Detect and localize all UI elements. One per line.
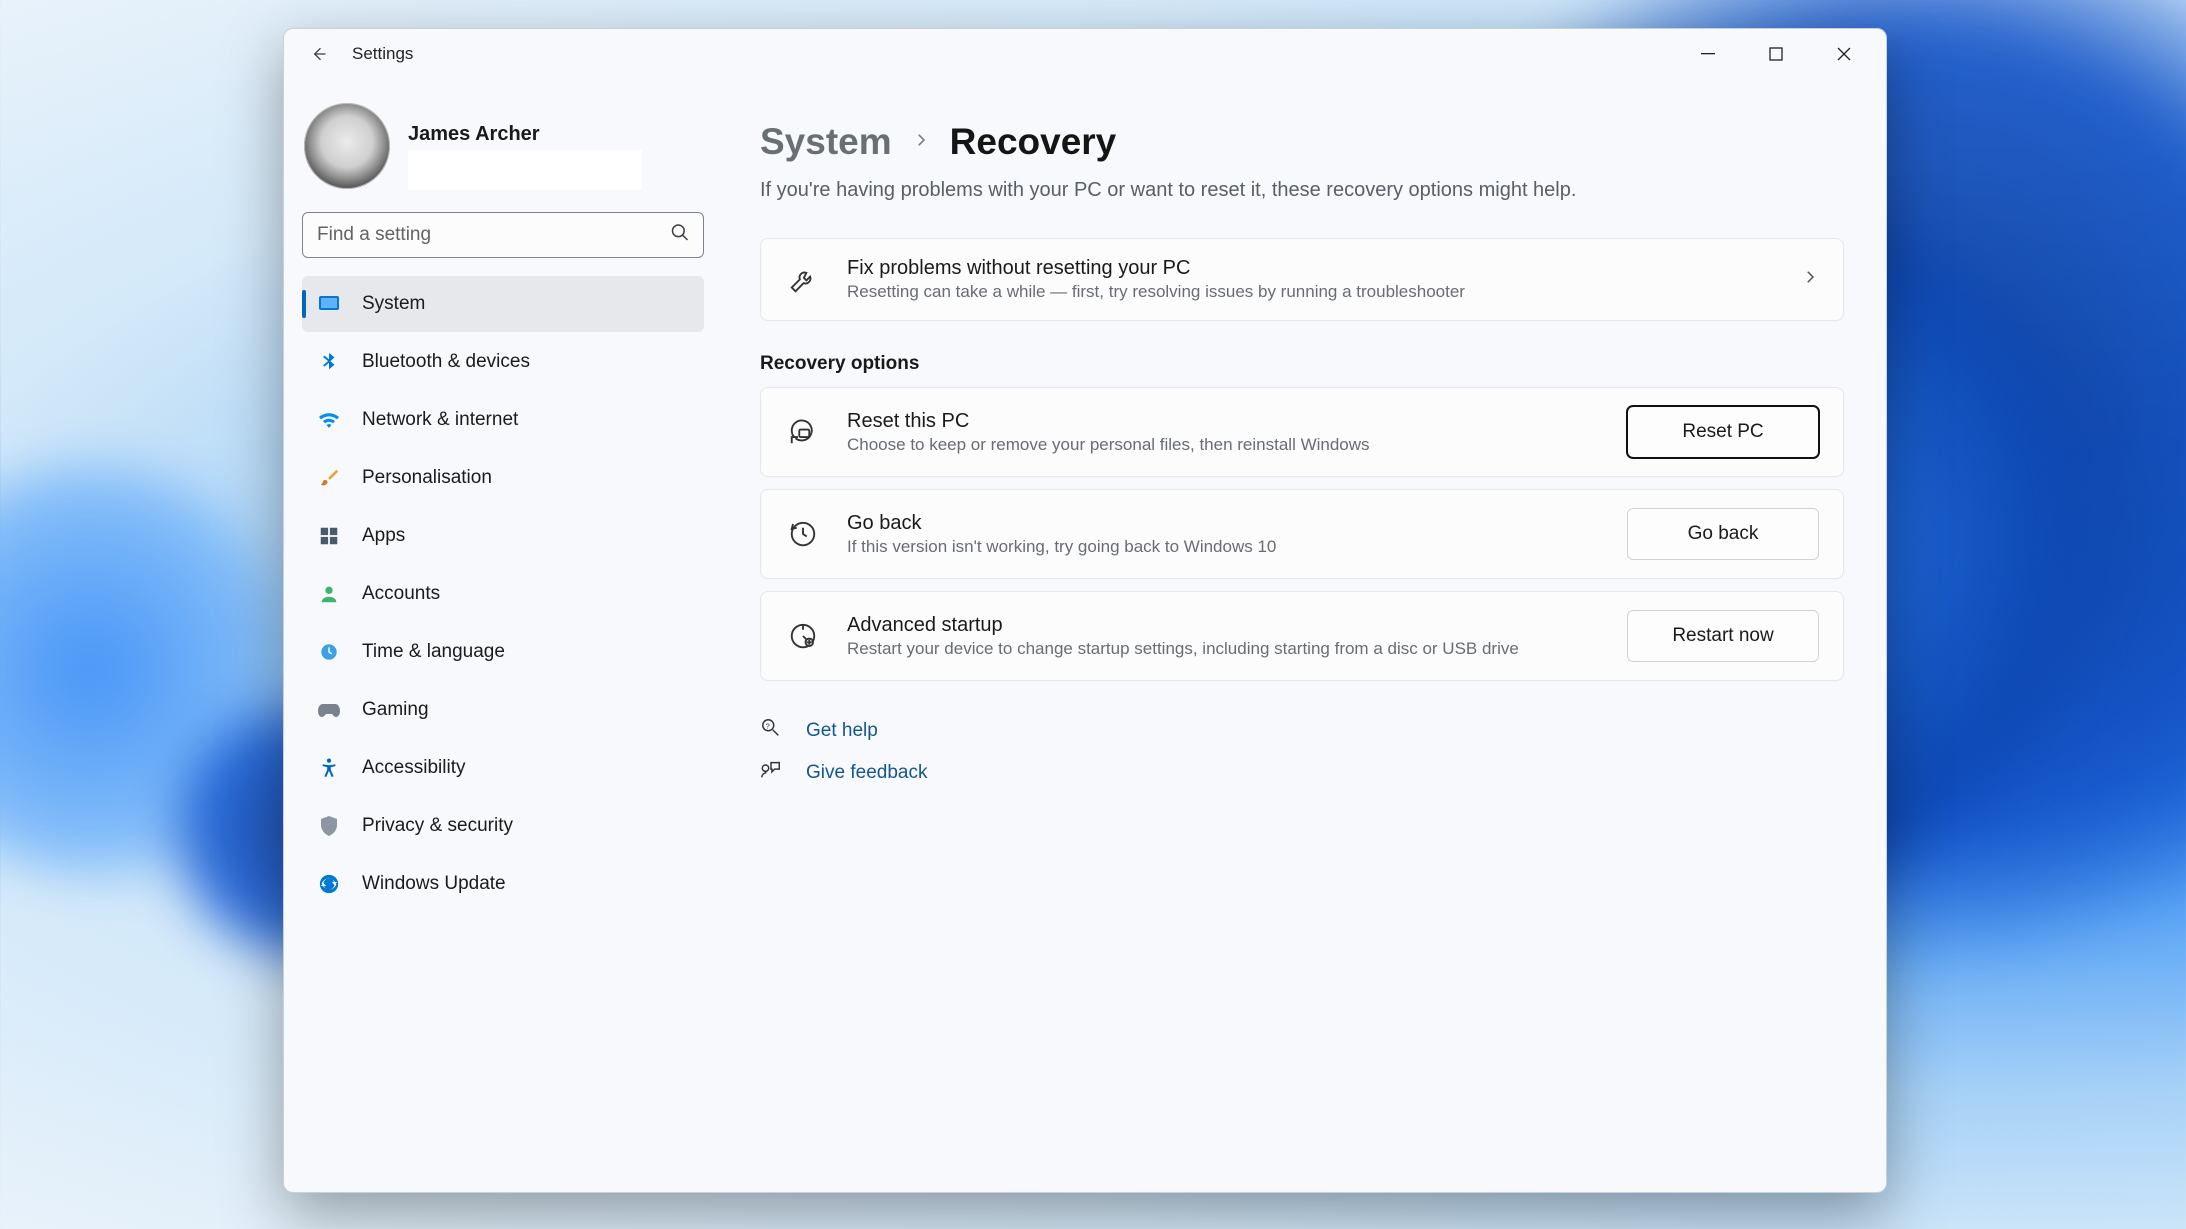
advanced-icon (785, 621, 821, 651)
brush-icon (316, 465, 342, 491)
option-title: Reset this PC (847, 410, 1601, 433)
breadcrumb-parent[interactable]: System (760, 121, 892, 163)
profile-block[interactable]: James Archer (302, 99, 704, 212)
option-reset: Reset this PCChoose to keep or remove yo… (760, 387, 1844, 477)
search-icon (670, 223, 690, 248)
search-input[interactable] (302, 212, 704, 258)
sidebar-item-system[interactable]: System (302, 276, 704, 332)
settings-window: Settings James Archer (283, 28, 1887, 1193)
chevron-right-icon (912, 131, 930, 154)
nav: System Bluetooth & devices Network & inter… (302, 276, 704, 912)
recovery-options: Reset this PCChoose to keep or remove yo… (760, 387, 1844, 681)
content: System Recovery If you're having problem… (714, 79, 1886, 1192)
user-email-redacted (408, 150, 642, 190)
sidebar-item-label: Network & internet (362, 409, 518, 431)
maximize-button[interactable] (1742, 29, 1810, 79)
sidebar-item-label: Apps (362, 525, 405, 547)
goback-button[interactable]: Go back (1627, 508, 1819, 560)
wifi-icon (316, 407, 342, 433)
sidebar-item-network-internet[interactable]: Network & internet (302, 392, 704, 448)
privacy-icon (316, 813, 342, 839)
sidebar-item-gaming[interactable]: Gaming (302, 682, 704, 738)
sidebar: James Archer System Bluetooth & devices Ne… (284, 79, 714, 1192)
sidebar-item-label: Accounts (362, 583, 440, 605)
sidebar-item-accessibility[interactable]: Accessibility (302, 740, 704, 796)
page-subtitle: If you're having problems with your PC o… (760, 179, 1844, 202)
feedback-icon (760, 759, 782, 787)
user-name: James Archer (408, 103, 642, 146)
close-button[interactable] (1810, 29, 1878, 79)
sidebar-item-label: Privacy & security (362, 815, 513, 837)
option-title: Advanced startup (847, 614, 1601, 637)
breadcrumb: System Recovery (760, 121, 1844, 163)
sidebar-item-label: Time & language (362, 641, 505, 663)
troubleshoot-title: Fix problems without resetting your PC (847, 257, 1775, 280)
update-icon (316, 871, 342, 897)
wrench-icon (785, 265, 821, 295)
option-advanced: Advanced startupRestart your device to c… (760, 591, 1844, 681)
troubleshoot-card[interactable]: Fix problems without resetting your PC R… (760, 238, 1844, 321)
section-label: Recovery options (760, 353, 1844, 375)
sidebar-item-time-language[interactable]: Time & language (302, 624, 704, 680)
minimize-icon (1701, 47, 1715, 61)
option-desc: If this version isn't working, try going… (847, 537, 1601, 557)
help-links: ? Get help Give feedback (760, 717, 1844, 787)
window-controls (1674, 29, 1878, 79)
titlebar: Settings (284, 29, 1886, 79)
sidebar-item-apps[interactable]: Apps (302, 508, 704, 564)
account-icon (316, 581, 342, 607)
search-wrap (302, 212, 704, 258)
time-icon (316, 639, 342, 665)
sidebar-item-bluetooth-devices[interactable]: Bluetooth & devices (302, 334, 704, 390)
back-button[interactable] (302, 38, 334, 70)
troubleshoot-desc: Resetting can take a while — first, try … (847, 282, 1775, 302)
apps-icon (316, 523, 342, 549)
close-icon (1837, 47, 1851, 61)
sidebar-item-privacy-security[interactable]: Privacy & security (302, 798, 704, 854)
maximize-icon (1769, 47, 1783, 61)
give-feedback-link[interactable]: Give feedback (806, 762, 927, 784)
advanced-button[interactable]: Restart now (1627, 610, 1819, 662)
sidebar-item-label: Personalisation (362, 467, 492, 489)
sidebar-item-label: Bluetooth & devices (362, 351, 530, 373)
sidebar-item-label: Accessibility (362, 757, 465, 779)
bluetooth-icon (316, 349, 342, 375)
option-desc: Choose to keep or remove your personal f… (847, 435, 1601, 455)
reset-icon (785, 417, 821, 447)
sidebar-item-personalisation[interactable]: Personalisation (302, 450, 704, 506)
page-title: Recovery (950, 121, 1117, 163)
option-title: Go back (847, 512, 1601, 535)
window-title: Settings (352, 44, 413, 64)
get-help-link[interactable]: Get help (806, 720, 878, 742)
svg-text:?: ? (766, 721, 770, 730)
option-goback: Go backIf this version isn't working, tr… (760, 489, 1844, 579)
system-icon (316, 291, 342, 317)
reset-button[interactable]: Reset PC (1627, 406, 1819, 458)
goback-icon (785, 519, 821, 549)
avatar (304, 103, 390, 189)
chevron-right-icon (1801, 268, 1819, 291)
option-desc: Restart your device to change startup se… (847, 639, 1601, 659)
sidebar-item-windows-update[interactable]: Windows Update (302, 856, 704, 912)
accessibility-icon (316, 755, 342, 781)
gaming-icon (316, 697, 342, 723)
back-arrow-icon (308, 44, 328, 64)
sidebar-item-label: Windows Update (362, 873, 506, 895)
sidebar-item-label: System (362, 293, 425, 315)
minimize-button[interactable] (1674, 29, 1742, 79)
sidebar-item-accounts[interactable]: Accounts (302, 566, 704, 622)
help-icon: ? (760, 717, 782, 745)
sidebar-item-label: Gaming (362, 699, 429, 721)
